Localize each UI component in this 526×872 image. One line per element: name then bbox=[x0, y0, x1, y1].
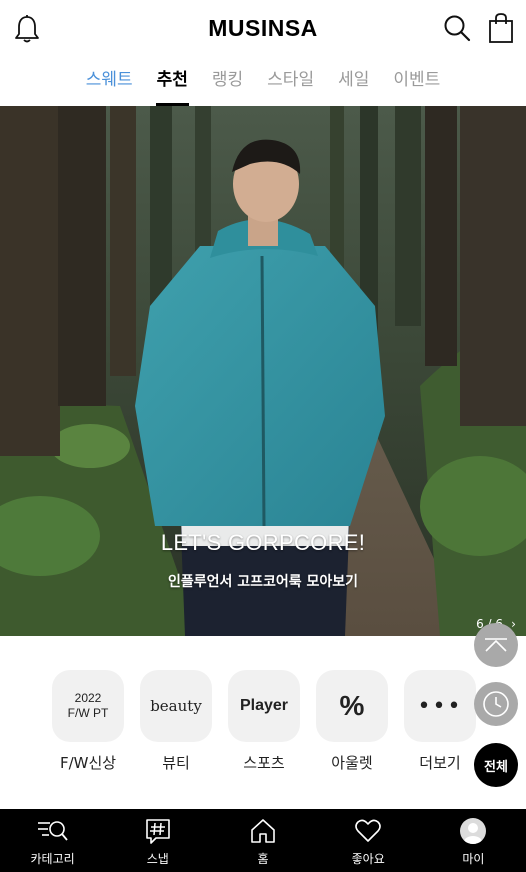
tab-sale[interactable]: 세일 bbox=[337, 58, 370, 106]
tab-event[interactable]: 이벤트 bbox=[392, 58, 441, 106]
nav-label: 카테고리 bbox=[30, 852, 75, 866]
tab-recommend[interactable]: 추천 bbox=[155, 58, 190, 106]
nav-snap[interactable]: 스냅 bbox=[105, 809, 210, 872]
scroll-top-icon bbox=[485, 638, 507, 652]
quick-menu: 2022 F/W PT F/W신상 beauty 뷰티 Player 스포츠 %… bbox=[0, 636, 526, 809]
quick-item-beauty[interactable]: beauty 뷰티 bbox=[140, 670, 212, 773]
quick-item-more[interactable]: ••• 더보기 bbox=[404, 670, 476, 773]
hero-photo bbox=[0, 106, 526, 636]
quick-item-label: 뷰티 bbox=[162, 754, 190, 772]
all-menu-button[interactable]: 전체 bbox=[474, 743, 518, 787]
more-dots-text: ••• bbox=[417, 693, 463, 719]
hero-banner[interactable]: LET'S GORPCORE! 인플루언서 고프코어룩 모아보기 6 / 6 › bbox=[0, 106, 526, 636]
scroll-top-button[interactable] bbox=[474, 623, 518, 667]
quick-item-sports[interactable]: Player 스포츠 bbox=[228, 670, 300, 773]
quick-item-label: 아울렛 bbox=[331, 754, 373, 772]
nav-label: 좋아요 bbox=[351, 852, 385, 866]
beauty-icon: beauty bbox=[140, 670, 212, 742]
percent-icon-text: % bbox=[339, 690, 365, 721]
tab-style[interactable]: 스타일 bbox=[266, 58, 315, 106]
player-icon-text: Player bbox=[239, 697, 289, 714]
nav-like[interactable]: 좋아요 bbox=[316, 809, 421, 872]
nav-my[interactable]: 마이 bbox=[421, 809, 526, 872]
top-tabs: 스웨트 추천 랭킹 스타일 세일 이벤트 bbox=[0, 58, 526, 106]
home-icon bbox=[251, 819, 275, 843]
hero-subtitle: 인플루언서 고프코어룩 모아보기 bbox=[167, 574, 359, 590]
avatar-icon bbox=[460, 818, 487, 844]
all-menu-label: 전체 bbox=[484, 759, 508, 775]
fw-new-icon: 2022 F/W PT bbox=[52, 670, 124, 742]
category-search-icon bbox=[37, 821, 68, 841]
nav-category[interactable]: 카테고리 bbox=[0, 809, 105, 872]
nav-home[interactable]: 홈 bbox=[210, 809, 315, 872]
fw-icon-line1: 2022 bbox=[74, 691, 102, 705]
nav-label: 홈 bbox=[257, 852, 269, 866]
nav-label: 스냅 bbox=[146, 852, 169, 866]
hashtag-icon bbox=[145, 819, 170, 844]
app-header: MUSINSA bbox=[0, 0, 526, 58]
recent-view-button[interactable] bbox=[474, 682, 518, 726]
player-icon: Player bbox=[228, 670, 300, 742]
clock-icon bbox=[483, 691, 509, 717]
more-dots-icon: ••• bbox=[404, 670, 476, 742]
nav-label: 마이 bbox=[462, 852, 485, 866]
hero-headline: LET'S GORPCORE! bbox=[160, 530, 366, 555]
quick-item-fw[interactable]: 2022 F/W PT F/W신상 bbox=[52, 670, 124, 773]
percent-icon: % bbox=[316, 670, 388, 742]
shopping-bag-icon[interactable] bbox=[488, 12, 514, 44]
tab-ranking[interactable]: 랭킹 bbox=[211, 58, 244, 106]
quick-item-label: F/W신상 bbox=[59, 754, 117, 772]
tab-sweat[interactable]: 스웨트 bbox=[85, 58, 134, 106]
quick-item-outlet[interactable]: % 아울렛 bbox=[316, 670, 388, 773]
quick-item-label: 더보기 bbox=[419, 754, 461, 772]
beauty-icon-text: beauty bbox=[150, 697, 202, 715]
bottom-nav: 카테고리 스냅 홈 좋아요 마이 bbox=[0, 809, 526, 872]
quick-item-label: 스포츠 bbox=[243, 754, 285, 772]
search-icon[interactable] bbox=[443, 14, 471, 42]
fw-icon-line2: F/W PT bbox=[67, 706, 109, 720]
heart-icon bbox=[355, 819, 381, 842]
